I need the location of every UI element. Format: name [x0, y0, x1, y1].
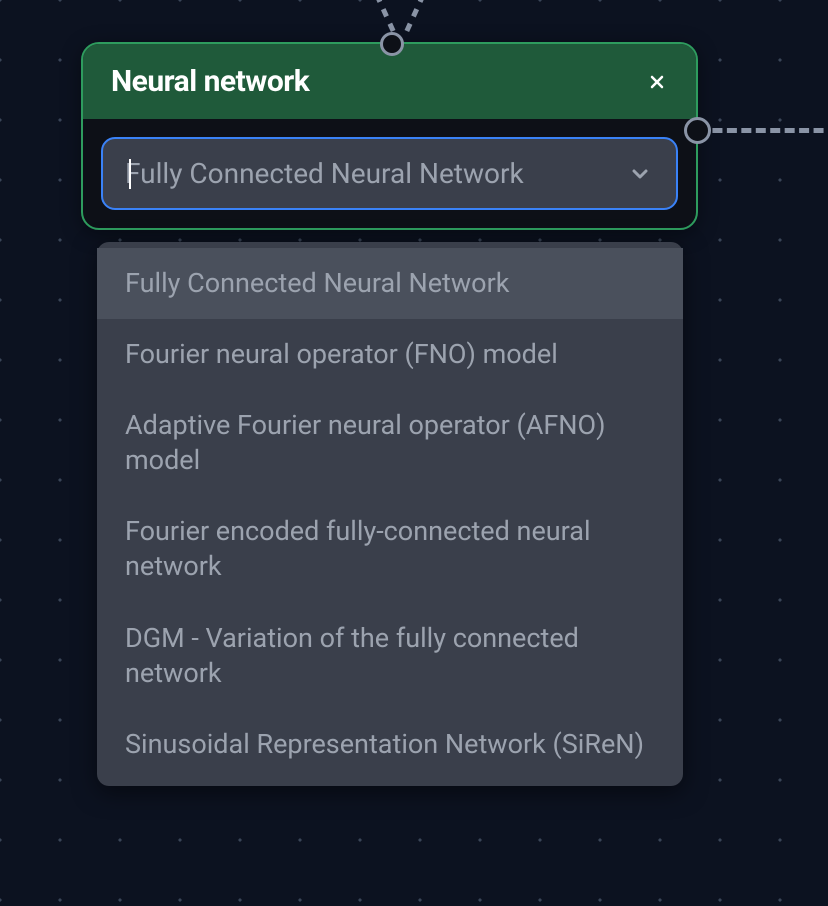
- node-connector-right[interactable]: [684, 117, 711, 144]
- node-title: Neural network: [111, 64, 309, 99]
- dropdown-option[interactable]: Sinusoidal Representation Network (SiReN…: [97, 709, 683, 780]
- dropdown-option[interactable]: Fully Connected Neural Network: [97, 248, 683, 319]
- connection-line-right: [698, 128, 828, 133]
- network-type-combobox[interactable]: Fully Connected Neural Network: [101, 137, 678, 210]
- combobox-placeholder: Fully Connected Neural Network: [125, 157, 524, 190]
- text-cursor: [129, 159, 131, 189]
- close-icon: [647, 72, 667, 92]
- dropdown-option[interactable]: Fourier encoded fully-connected neural n…: [97, 496, 683, 602]
- dropdown-option[interactable]: Adaptive Fourier neural operator (AFNO) …: [97, 390, 683, 496]
- dropdown-option[interactable]: Fourier neural operator (FNO) model: [97, 319, 683, 390]
- node-connector-top[interactable]: [380, 32, 404, 56]
- neural-network-node[interactable]: Neural network Fully Connected Neural Ne…: [81, 42, 698, 230]
- network-type-dropdown: Fully Connected Neural NetworkFourier ne…: [97, 242, 683, 786]
- chevron-down-icon[interactable]: [626, 160, 654, 188]
- node-body: Fully Connected Neural Network: [83, 119, 696, 228]
- dropdown-option[interactable]: DGM - Variation of the fully connected n…: [97, 603, 683, 709]
- close-button[interactable]: [646, 71, 668, 93]
